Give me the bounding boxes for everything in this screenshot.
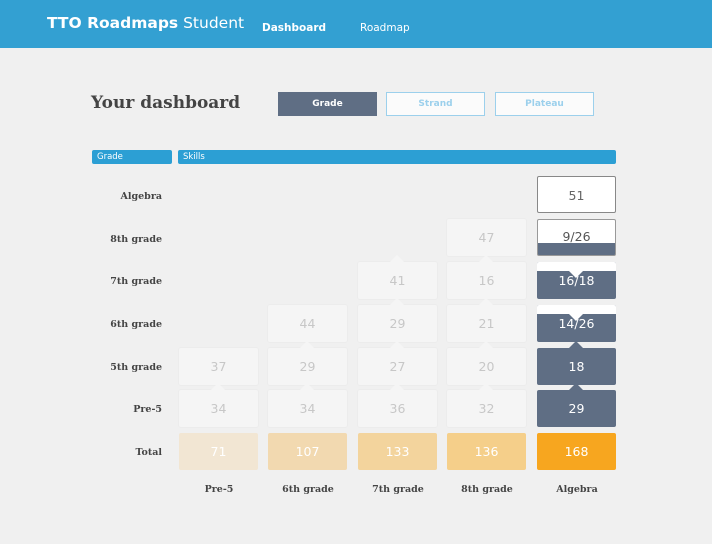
cell-7th-algebra[interactable]: 16/18: [537, 262, 616, 299]
cell-5th-algebra[interactable]: 18: [537, 341, 616, 385]
cell-5th-pre5[interactable]: 37: [179, 348, 258, 385]
total-8th-grade[interactable]: 136: [447, 433, 526, 470]
row-label-5th-grade: 5th grade: [110, 362, 162, 373]
tab-plateau[interactable]: Plateau: [495, 92, 594, 116]
tab-grade[interactable]: Grade: [278, 92, 377, 116]
cell-pre5-7th[interactable]: 36: [358, 383, 437, 427]
total-6th-grade[interactable]: 107: [268, 433, 347, 470]
cell-5th-6th[interactable]: 29: [268, 341, 347, 385]
row-label-algebra: Algebra: [120, 191, 162, 202]
col-label-algebra: Algebra: [556, 484, 598, 495]
row-label-6th-grade: 6th grade: [110, 319, 162, 330]
tab-strand[interactable]: Strand: [386, 92, 485, 116]
cell-6th-algebra[interactable]: 14/26: [537, 305, 616, 342]
cell-algebra-algebra[interactable]: 51: [537, 176, 616, 213]
grade-column-header: Grade: [92, 150, 172, 164]
cell-pre5-pre5[interactable]: 34: [179, 383, 258, 427]
nav-dashboard[interactable]: Dashboard: [262, 22, 326, 34]
skills-column-header: Skills: [178, 150, 616, 164]
col-label-6th-grade: 6th grade: [282, 484, 334, 495]
cell-7th-7th[interactable]: 41: [358, 255, 437, 299]
cell-8th-algebra[interactable]: 9/26: [537, 219, 616, 256]
page-title: Your dashboard: [91, 93, 241, 113]
cell-pre5-6th[interactable]: 34: [268, 383, 347, 427]
total-algebra[interactable]: 168: [537, 433, 616, 470]
cell-5th-7th[interactable]: 27: [358, 341, 437, 385]
row-label-8th-grade: 8th grade: [110, 234, 162, 245]
cell-pre5-algebra[interactable]: 29: [537, 383, 616, 427]
cell-8th-8th[interactable]: 47: [447, 219, 526, 256]
col-label-pre-5: Pre-5: [204, 484, 234, 495]
row-label-pre-5: Pre-5: [133, 404, 162, 415]
cell-6th-8th[interactable]: 21: [447, 298, 526, 342]
col-label-8th-grade: 8th grade: [461, 484, 513, 495]
col-label-7th-grade: 7th grade: [372, 484, 424, 495]
row-label-total: Total: [135, 447, 162, 458]
total-pre5[interactable]: 71: [179, 433, 258, 470]
cell-5th-8th[interactable]: 20: [447, 341, 526, 385]
top-navbar: TTO Roadmaps Student Dashboard Roadmap: [0, 0, 712, 48]
row-label-7th-grade: 7th grade: [110, 276, 162, 287]
cell-pre5-8th[interactable]: 32: [447, 383, 526, 427]
brand-logo[interactable]: TTO Roadmaps Student: [47, 14, 244, 32]
total-7th-grade[interactable]: 133: [358, 433, 437, 470]
cell-6th-7th[interactable]: 29: [358, 298, 437, 342]
cell-7th-8th[interactable]: 16: [447, 255, 526, 299]
cell-6th-6th[interactable]: 44: [268, 305, 347, 342]
nav-roadmap[interactable]: Roadmap: [360, 22, 410, 34]
